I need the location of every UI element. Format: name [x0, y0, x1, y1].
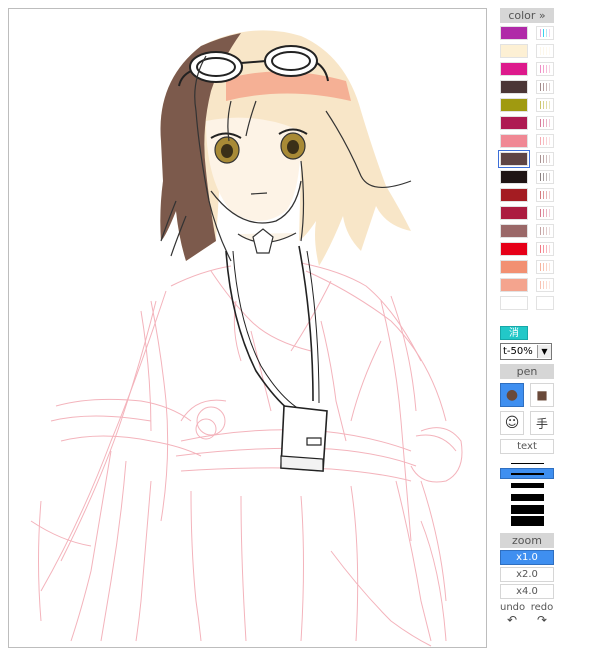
square-pen-button[interactable]: ■ — [530, 383, 554, 407]
color-swatch[interactable] — [500, 116, 528, 130]
color-swatch[interactable] — [500, 170, 528, 184]
tint-swatch[interactable] — [536, 80, 554, 94]
redo-button[interactable]: redo ↷ — [530, 602, 554, 626]
tint-swatch[interactable] — [536, 134, 554, 148]
palette-row — [500, 134, 554, 152]
palette-row — [500, 260, 554, 278]
tint-swatch[interactable] — [536, 170, 554, 184]
transparency-select[interactable]: t-50% ▼ — [500, 343, 552, 360]
color-swatch[interactable] — [500, 98, 528, 112]
zoom-level-button[interactable]: x1.0 — [500, 550, 554, 565]
redo-icon: ↷ — [536, 613, 548, 627]
brush-size-5[interactable] — [500, 503, 554, 515]
color-swatch[interactable] — [500, 44, 528, 58]
tint-swatch[interactable] — [536, 206, 554, 220]
tint-swatch[interactable] — [536, 278, 554, 292]
zoom-level-button[interactable]: x2.0 — [500, 567, 554, 582]
palette-row — [500, 242, 554, 260]
tool-panel: color » 消 t-50% ▼ pen ● ■ ☺ 手 text zoom … — [498, 8, 554, 627]
stamp-button[interactable]: ☺ — [500, 411, 524, 435]
color-swatch[interactable] — [500, 80, 528, 94]
tint-swatch[interactable] — [536, 62, 554, 76]
brush-size-4[interactable] — [500, 491, 554, 503]
palette-row — [500, 116, 554, 134]
palette-row — [500, 188, 554, 206]
tint-swatch[interactable] — [536, 296, 554, 310]
zoom-header: zoom — [500, 533, 554, 548]
zoom-levels: x1.0 x2.0 x4.0 — [500, 550, 554, 599]
color-swatch[interactable] — [500, 260, 528, 274]
brush-size-list — [500, 458, 554, 527]
color-swatch[interactable] — [500, 224, 528, 238]
undo-icon: ↶ — [506, 613, 518, 627]
color-swatch[interactable] — [500, 134, 528, 148]
palette-row — [498, 150, 554, 170]
tint-swatch[interactable] — [536, 26, 554, 40]
text-button[interactable]: text — [500, 439, 554, 454]
tint-swatch[interactable] — [536, 44, 554, 58]
tint-swatch[interactable] — [536, 242, 554, 256]
brush-size-6[interactable] — [500, 515, 554, 527]
tint-swatch[interactable] — [536, 152, 554, 166]
tint-swatch[interactable] — [536, 116, 554, 130]
palette-row — [500, 224, 554, 242]
brush-size-1[interactable] — [500, 458, 554, 468]
pen-header: pen — [500, 364, 554, 379]
artwork — [30, 30, 463, 647]
zoom-level-button[interactable]: x4.0 — [500, 584, 554, 599]
tint-swatch[interactable] — [536, 98, 554, 112]
palette-row — [500, 26, 554, 44]
color-swatch[interactable] — [500, 242, 528, 256]
color-swatch[interactable] — [498, 150, 530, 168]
brush-size-2[interactable] — [500, 468, 554, 479]
round-pen-button[interactable]: ● — [500, 383, 524, 407]
color-swatch[interactable] — [500, 278, 528, 292]
pen-square-icon: ■ — [536, 388, 548, 402]
brush-size-3[interactable] — [500, 479, 554, 491]
color-swatch[interactable] — [500, 62, 528, 76]
eraser-button[interactable]: 消 — [500, 326, 528, 340]
palette-row — [500, 296, 554, 314]
palette-row — [500, 206, 554, 224]
transparency-value: t-50% — [503, 346, 533, 357]
undo-button[interactable]: undo ↶ — [500, 602, 525, 627]
palette-swatches — [498, 26, 554, 314]
color-header[interactable]: color » — [500, 8, 554, 23]
tint-swatch[interactable] — [536, 188, 554, 202]
palette-row — [500, 62, 554, 80]
chevron-down-icon: ▼ — [537, 345, 551, 358]
palette-row — [500, 80, 554, 98]
color-swatch[interactable] — [500, 188, 528, 202]
palette-row — [500, 278, 554, 296]
pen-dot-icon: ● — [505, 387, 519, 403]
color-swatch[interactable] — [500, 296, 528, 310]
drawing-canvas[interactable] — [8, 8, 487, 648]
tint-swatch[interactable] — [536, 224, 554, 238]
smiley-icon: ☺ — [504, 415, 520, 431]
hand-button[interactable]: 手 — [530, 411, 554, 435]
color-swatch[interactable] — [500, 26, 528, 40]
palette-row — [500, 44, 554, 62]
hand-icon: 手 — [535, 416, 548, 431]
palette-row — [500, 98, 554, 116]
tint-swatch[interactable] — [536, 260, 554, 274]
color-swatch[interactable] — [500, 206, 528, 220]
palette-row — [500, 170, 554, 188]
